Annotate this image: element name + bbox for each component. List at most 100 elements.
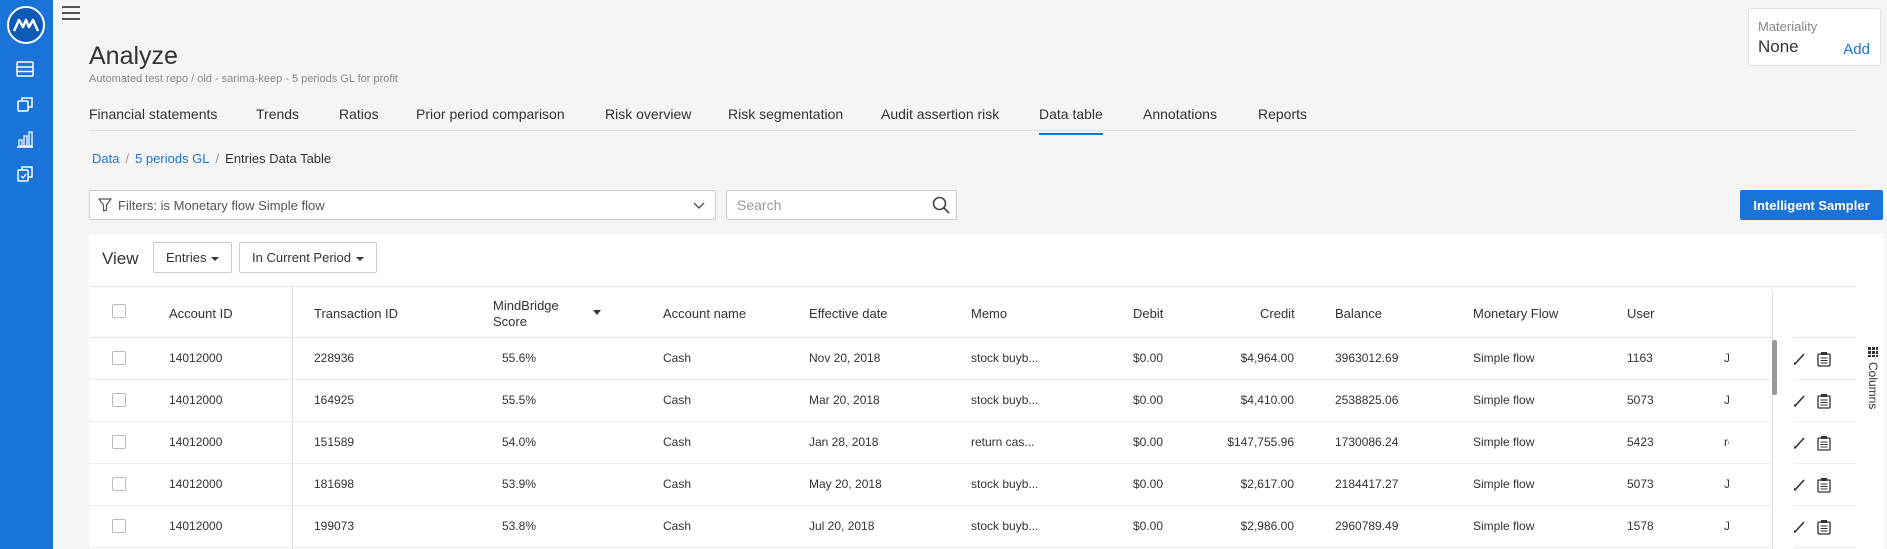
row-checkbox[interactable] (112, 393, 126, 407)
cell-user: 1163 (1627, 351, 1653, 365)
cell-effective-date: Mar 20, 2018 (809, 393, 880, 407)
table-row[interactable]: 14012000 199073 53.8% Cash Jul 20, 2018 stock… (89, 506, 1856, 548)
cell-debit: $0.00 (1133, 519, 1164, 533)
cell-effective-date: Jul 20, 2018 (809, 519, 875, 533)
row-checkbox[interactable] (112, 351, 126, 365)
intelligent-sampler-button[interactable]: Intelligent Sampler (1740, 190, 1883, 220)
page-subtitle: Automated test repo / old - sarima-keep … (89, 73, 398, 85)
cell-transaction-id: 151589 (314, 435, 355, 449)
header-user[interactable]: User (1627, 306, 1654, 321)
filter-text: Filters: is Monetary flow Simple flow (118, 197, 325, 213)
header-debit[interactable]: Debit (1133, 306, 1163, 321)
cell-user: 5073 (1627, 477, 1654, 491)
chevron-down-icon (693, 202, 705, 209)
cell-user: 5423 (1627, 435, 1654, 449)
search-input[interactable] (737, 191, 927, 219)
breadcrumb: Data / 5 periods GL / Entries Data Table (92, 151, 331, 166)
cell-transaction-id: 164925 (314, 393, 355, 407)
cell-balance: 2538825.06 (1335, 393, 1399, 407)
columns-panel-tab[interactable]: Columns (1866, 362, 1880, 409)
cell-memo: stock buyb... (971, 393, 1039, 407)
period-dropdown-label: In Current Period (252, 250, 351, 265)
header-credit[interactable]: Credit (1260, 306, 1295, 321)
cell-transaction-id: 181698 (314, 477, 355, 491)
cell-truncated: JE (1724, 393, 1729, 407)
library-icon[interactable] (14, 93, 36, 115)
cell-monetary-flow: Simple flow (1473, 519, 1535, 533)
cell-balance: 2960789.49 (1335, 519, 1399, 533)
cell-account-id: 14012000 (169, 435, 223, 449)
cell-debit: $0.00 (1133, 393, 1164, 407)
header-memo[interactable]: Memo (971, 306, 1007, 321)
cell-memo: stock buyb... (971, 351, 1039, 365)
breadcrumb-data[interactable]: Data (92, 151, 119, 166)
menu-hamburger-icon[interactable] (62, 6, 80, 22)
cell-credit: $2,986.00 (1240, 519, 1294, 533)
select-all-checkbox[interactable] (112, 304, 126, 318)
cell-debit: $0.00 (1133, 435, 1164, 449)
row-checkbox[interactable] (112, 519, 126, 533)
clipboard-icon[interactable] (1817, 351, 1831, 367)
header-effective-date[interactable]: Effective date (809, 306, 888, 321)
header-account-id[interactable]: Account ID (169, 306, 233, 321)
filter-dropdown[interactable]: Filters: is Monetary flow Simple flow (89, 190, 716, 220)
entries-dropdown[interactable]: Entries (153, 242, 233, 273)
sort-descending-icon[interactable] (593, 310, 601, 315)
clipboard-icon[interactable] (1817, 519, 1831, 535)
caret-down-icon (211, 256, 220, 261)
breadcrumb-current: Entries Data Table (225, 151, 332, 166)
cell-truncated: re (1724, 435, 1729, 449)
vertical-scrollbar[interactable] (1772, 340, 1777, 395)
header-account-name[interactable]: Account name (663, 306, 746, 321)
cell-mindbridge-score: 55.5% (502, 393, 537, 407)
row-checkbox[interactable] (112, 477, 126, 491)
period-dropdown[interactable]: In Current Period (239, 242, 377, 273)
cell-user: 1578 (1627, 519, 1654, 533)
cell-transaction-id: 199073 (314, 519, 355, 533)
cell-user: 5073 (1627, 393, 1654, 407)
header-transaction-id[interactable]: Transaction ID (314, 306, 398, 321)
table-row[interactable]: 14012000 151589 54.0% Cash Jan 28, 2018 retur… (89, 422, 1856, 464)
cell-account-name: Cash (663, 351, 692, 365)
materiality-value: None (1758, 37, 1799, 56)
analytics-chart-icon[interactable] (14, 128, 36, 150)
materiality-add-link[interactable]: Add (1843, 41, 1870, 58)
clipboard-icon[interactable] (1817, 393, 1831, 409)
cell-credit: $4,410.00 (1240, 393, 1294, 407)
cell-account-id: 14012000 (169, 351, 223, 365)
data-table-panel: View Entries In Current Period Account I… (89, 234, 1884, 549)
search-icon[interactable] (932, 196, 950, 214)
view-label: View (102, 249, 139, 268)
clipboard-icon[interactable] (1817, 477, 1831, 493)
cell-memo: stock buyb... (971, 477, 1039, 491)
cell-monetary-flow: Simple flow (1473, 477, 1535, 491)
header-balance[interactable]: Balance (1335, 306, 1382, 321)
clipboard-icon[interactable] (1817, 435, 1831, 451)
reports-icon[interactable] (14, 163, 36, 185)
right-rail (1772, 290, 1794, 549)
header-mindbridge-score[interactable]: MindBridge Score (493, 298, 573, 330)
table-row[interactable]: 14012000 228936 55.6% Cash Nov 20, 2018 stock… (89, 338, 1856, 380)
cell-mindbridge-score: 53.8% (502, 519, 537, 533)
cell-account-id: 14012000 (169, 393, 223, 407)
cell-account-name: Cash (663, 477, 692, 491)
cell-account-id: 14012000 (169, 519, 223, 533)
left-sidebar (0, 0, 53, 549)
cell-mindbridge-score: 54.0% (502, 435, 537, 449)
caret-down-icon (356, 256, 364, 261)
app-logo-icon[interactable] (7, 6, 45, 44)
cell-credit: $2,617.00 (1240, 477, 1294, 491)
cell-monetary-flow: Simple flow (1473, 351, 1535, 365)
table-row[interactable]: 14012000 181698 53.9% Cash May 20, 2018 stock… (89, 464, 1856, 506)
entries-dropdown-label: Entries (166, 250, 207, 265)
row-checkbox[interactable] (112, 435, 126, 449)
cell-balance: 2184417.27 (1335, 477, 1399, 491)
tab-divider (89, 130, 1857, 131)
columns-grid-icon[interactable] (1867, 346, 1879, 358)
materiality-label: Materiality (1758, 19, 1818, 34)
cell-debit: $0.00 (1133, 351, 1164, 365)
breadcrumb-5-periods-gl[interactable]: 5 periods GL (135, 151, 209, 166)
table-row[interactable]: 14012000 164925 55.5% Cash Mar 20, 2018 stock… (89, 380, 1856, 422)
data-icon[interactable] (14, 58, 36, 80)
header-monetary-flow[interactable]: Monetary Flow (1473, 306, 1558, 321)
